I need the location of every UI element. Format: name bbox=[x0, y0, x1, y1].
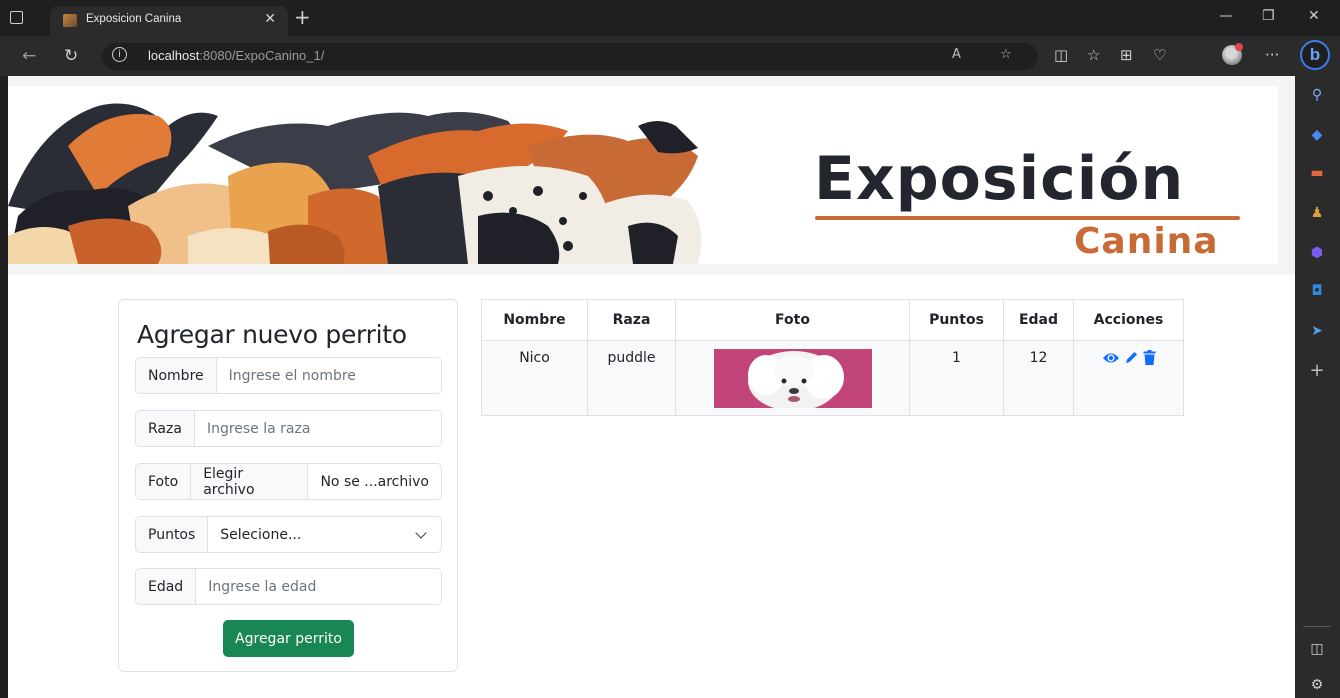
puntos-selected-value: Selecione... bbox=[220, 526, 302, 543]
puntos-select[interactable]: Selecione... bbox=[208, 517, 441, 552]
favorites-icon[interactable]: ☆ bbox=[1087, 46, 1100, 64]
hide-sidebar-icon[interactable]: ◫ bbox=[1308, 640, 1326, 658]
row-actions bbox=[1102, 350, 1156, 365]
minimize-icon[interactable]: — bbox=[1219, 8, 1233, 24]
outlook-icon[interactable]: ◘ bbox=[1308, 282, 1326, 300]
banner-underline bbox=[815, 216, 1240, 220]
send-icon[interactable]: ➤ bbox=[1308, 322, 1326, 340]
raza-input-group: Raza bbox=[135, 410, 442, 447]
favorite-star-icon[interactable]: ☆ bbox=[1000, 47, 1012, 62]
split-screen-icon[interactable]: ◫ bbox=[1054, 46, 1068, 64]
add-sidebar-icon[interactable]: + bbox=[1308, 362, 1326, 380]
raza-input[interactable] bbox=[194, 411, 441, 446]
shopping-tag-icon[interactable]: ◆ bbox=[1308, 126, 1326, 144]
nombre-input[interactable] bbox=[216, 358, 441, 393]
header-raza: Raza bbox=[587, 299, 676, 341]
header-puntos: Puntos bbox=[909, 299, 1004, 341]
site-info-icon[interactable]: i bbox=[112, 47, 127, 62]
browser-tab[interactable]: Exposicion Canina ✕ bbox=[50, 6, 288, 36]
header-banner: Exposición Canina bbox=[8, 76, 1295, 275]
refresh-icon[interactable]: ↻ bbox=[64, 46, 78, 66]
edge-sidebar: ⚲ ◆ ▬ ♟ ⬢ ◘ ➤ + ◫ ⚙ bbox=[1295, 76, 1340, 698]
new-tab-icon[interactable]: + bbox=[294, 5, 311, 29]
foto-input-group: Foto Elegir archivo No se ...archivo bbox=[135, 463, 442, 500]
nombre-label: Nombre bbox=[136, 358, 217, 393]
banner-title: Exposición bbox=[814, 144, 1185, 214]
close-window-icon[interactable]: ✕ bbox=[1308, 8, 1320, 24]
add-dog-button[interactable]: Agregar perrito bbox=[223, 620, 354, 657]
favicon-icon bbox=[63, 14, 77, 27]
cell-puntos: 1 bbox=[909, 340, 1004, 416]
sidebar-divider bbox=[1303, 626, 1331, 627]
collections-icon[interactable]: ⊞ bbox=[1120, 46, 1133, 64]
header-acciones: Acciones bbox=[1073, 299, 1184, 341]
dogs-table: Nombre Raza Foto Puntos Edad Acciones Ni… bbox=[481, 299, 1184, 416]
tab-title: Exposicion Canina bbox=[86, 13, 182, 25]
page-viewport: Exposición Canina Agregar nuevo perrito … bbox=[8, 76, 1295, 698]
header-nombre: Nombre bbox=[481, 299, 588, 341]
puntos-input-group: Puntos Selecione... bbox=[135, 516, 442, 553]
restore-icon[interactable]: ❐ bbox=[1262, 8, 1275, 24]
games-icon[interactable]: ♟ bbox=[1308, 204, 1326, 222]
more-menu-icon[interactable]: ··· bbox=[1265, 46, 1279, 64]
address-bar: ← ↻ i localhost:8080/ExpoCanino_1/ A ☆ ◫… bbox=[0, 36, 1340, 76]
cell-acciones bbox=[1073, 340, 1184, 416]
tab-actions-icon[interactable] bbox=[10, 11, 23, 24]
browser-essentials-icon[interactable]: ♡ bbox=[1153, 46, 1166, 64]
puntos-label: Puntos bbox=[136, 517, 209, 552]
dog-photo bbox=[713, 349, 872, 408]
pencil-icon[interactable] bbox=[1124, 350, 1139, 365]
banner-subtitle: Canina bbox=[1074, 221, 1219, 262]
eye-icon[interactable] bbox=[1102, 351, 1120, 365]
url-text[interactable]: localhost:8080/ExpoCanino_1/ bbox=[148, 48, 324, 63]
edad-input[interactable] bbox=[196, 569, 441, 604]
edad-input-group: Edad bbox=[135, 568, 442, 605]
browser-window: Exposicion Canina ✕ + — ❐ ✕ ← ↻ i localh… bbox=[0, 0, 1340, 698]
cell-raza: puddle bbox=[587, 340, 676, 416]
foto-label: Foto bbox=[136, 464, 192, 499]
read-aloud-icon[interactable]: A bbox=[952, 47, 961, 62]
poodle-image bbox=[713, 349, 872, 408]
title-bar: Exposicion Canina ✕ + — ❐ ✕ bbox=[0, 0, 1340, 36]
profile-badge bbox=[1235, 43, 1243, 51]
file-status: No se ...archivo bbox=[320, 473, 429, 490]
table-header-row: Nombre Raza Foto Puntos Edad Acciones bbox=[481, 299, 1184, 341]
tools-icon[interactable]: ▬ bbox=[1308, 164, 1326, 182]
search-icon[interactable]: ⚲ bbox=[1308, 86, 1326, 104]
header-foto: Foto bbox=[675, 299, 910, 341]
choose-file-button[interactable]: Elegir archivo bbox=[191, 464, 309, 499]
edad-label: Edad bbox=[136, 569, 197, 604]
copilot-icon[interactable]: b bbox=[1300, 40, 1330, 70]
back-icon[interactable]: ← bbox=[22, 46, 36, 66]
dogs-illustration bbox=[8, 103, 702, 264]
settings-gear-icon[interactable]: ⚙ bbox=[1308, 676, 1326, 694]
cell-edad: 12 bbox=[1003, 340, 1074, 416]
table-row: Nico puddle 1 12 bbox=[481, 340, 1184, 416]
cell-nombre: Nico bbox=[481, 340, 588, 416]
add-dog-form-card: Agregar nuevo perrito Nombre Raza Foto E… bbox=[118, 299, 458, 672]
header-edad: Edad bbox=[1003, 299, 1074, 341]
tab-close-icon[interactable]: ✕ bbox=[264, 11, 276, 27]
chevron-down-icon bbox=[415, 526, 427, 539]
form-title: Agregar nuevo perrito bbox=[137, 320, 407, 349]
banner-image: Exposición Canina bbox=[8, 86, 1278, 264]
office-icon[interactable]: ⬢ bbox=[1308, 244, 1326, 262]
cell-foto bbox=[675, 340, 910, 416]
raza-label: Raza bbox=[136, 411, 195, 446]
nombre-input-group: Nombre bbox=[135, 357, 442, 394]
url-box[interactable]: i localhost:8080/ExpoCanino_1/ A ☆ bbox=[102, 43, 1038, 70]
trash-icon[interactable] bbox=[1143, 350, 1156, 365]
